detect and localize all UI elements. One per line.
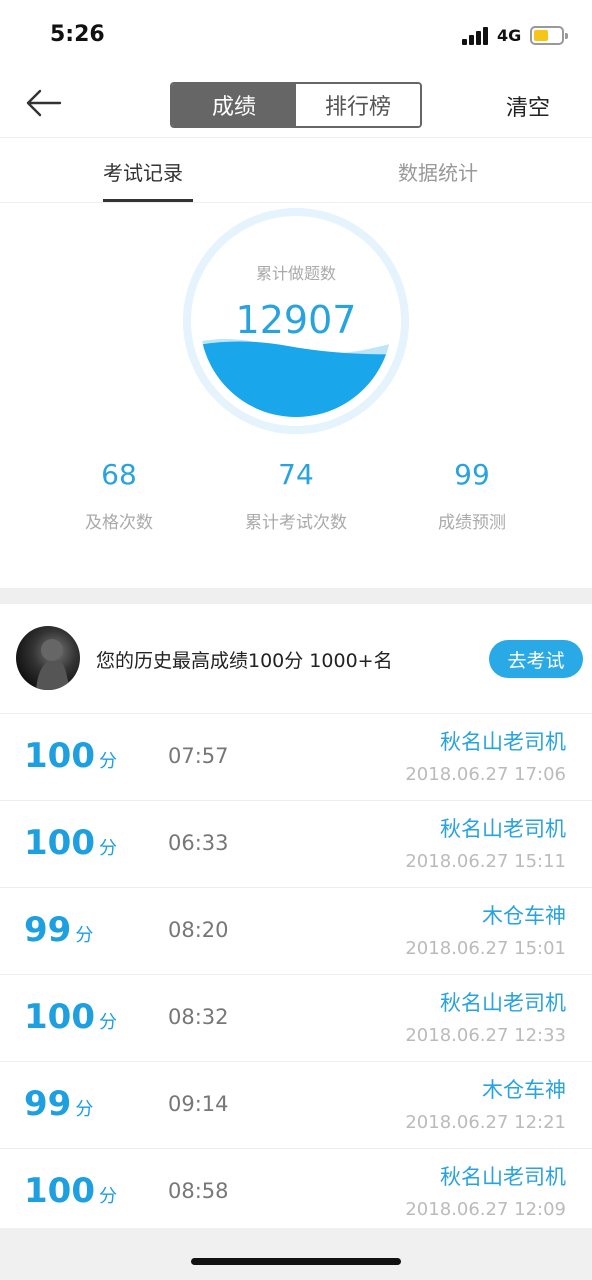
records-list: 100 分 07:57 秋名山老司机 2018.06.27 17:06 100 分 06:33… <box>0 714 592 1236</box>
record-duration: 08:20 <box>168 918 229 942</box>
record-score-value: 100 <box>24 823 95 863</box>
record-nickname: 秋名山老司机 <box>440 991 566 1015</box>
record-score-unit: 分 <box>98 838 117 859</box>
record-score-value: 100 <box>24 1171 95 1211</box>
stat-value: 68 <box>101 458 137 491</box>
avatar[interactable] <box>16 626 80 690</box>
record-duration: 08:58 <box>168 1179 229 1203</box>
record-score-unit: 分 <box>75 1099 94 1120</box>
tab-exam-records[interactable]: 考试记录 <box>103 157 183 186</box>
battery-icon <box>530 26 568 45</box>
signal-icon <box>462 27 490 45</box>
record-score: 100 分 <box>24 736 117 776</box>
record-duration: 07:57 <box>168 744 229 768</box>
record-score: 99 分 <box>24 910 93 950</box>
record-nickname: 秋名山老司机 <box>440 730 566 754</box>
gauge-wave-front <box>200 341 392 417</box>
tab-ranking[interactable]: 排行榜 <box>296 84 420 126</box>
record-date: 2018.06.27 12:21 <box>405 1112 566 1133</box>
record-duration: 08:32 <box>168 1005 229 1029</box>
tab-score[interactable]: 成绩 <box>172 84 296 126</box>
record-nickname: 秋名山老司机 <box>440 817 566 841</box>
record-score-unit: 分 <box>75 925 94 946</box>
tab-data-stats[interactable]: 数据统计 <box>398 157 478 186</box>
record-date: 2018.06.27 15:01 <box>405 938 566 959</box>
clear-button[interactable]: 清空 <box>506 90 550 122</box>
back-arrow-icon[interactable] <box>24 85 64 121</box>
record-duration: 09:14 <box>168 1092 229 1116</box>
record-score-value: 99 <box>24 910 72 950</box>
record-row[interactable]: 100 分 08:32 秋名山老司机 2018.06.27 12:33 <box>0 975 592 1062</box>
home-indicator <box>191 1258 401 1265</box>
stat-score-prediction: 99 成绩预测 <box>392 458 552 533</box>
record-score-value: 99 <box>24 1084 72 1124</box>
status-time: 5:26 <box>50 22 105 47</box>
stat-label: 累计考试次数 <box>245 513 347 533</box>
record-row[interactable]: 99 分 08:20 木仓车神 2018.06.27 15:01 <box>0 888 592 975</box>
record-score-unit: 分 <box>98 1186 117 1207</box>
best-score-text: 您的历史最高成绩100分 1000+名 <box>96 650 393 672</box>
record-row[interactable]: 100 分 07:57 秋名山老司机 2018.06.27 17:06 <box>0 714 592 801</box>
record-nickname: 木仓车神 <box>482 904 566 928</box>
nav-bar: 成绩 排行榜 清空 <box>0 70 592 138</box>
stat-value: 74 <box>278 458 314 491</box>
segmented-control: 成绩 排行榜 <box>170 82 422 128</box>
record-nickname: 秋名山老司机 <box>440 1165 566 1189</box>
section-divider <box>0 588 592 604</box>
record-score-value: 100 <box>24 736 95 776</box>
stat-pass-count: 68 及格次数 <box>39 458 199 533</box>
record-score-unit: 分 <box>98 751 117 772</box>
sub-tabs: 考试记录 数据统计 <box>0 139 592 203</box>
stat-exam-count: 74 累计考试次数 <box>216 458 376 533</box>
record-date: 2018.06.27 15:11 <box>405 851 566 872</box>
record-row[interactable]: 100 分 08:58 秋名山老司机 2018.06.27 12:09 <box>0 1149 592 1236</box>
stat-label: 及格次数 <box>85 513 153 533</box>
record-date: 2018.06.27 12:09 <box>405 1199 566 1220</box>
gauge-value: 12907 <box>235 298 357 342</box>
bottom-area <box>0 1228 592 1280</box>
stat-label: 成绩预测 <box>438 513 506 533</box>
take-exam-button[interactable]: 去考试 <box>489 640 583 678</box>
record-score: 100 分 <box>24 997 117 1037</box>
record-duration: 06:33 <box>168 831 229 855</box>
record-date: 2018.06.27 12:33 <box>405 1025 566 1046</box>
network-type: 4G <box>497 26 522 45</box>
record-row[interactable]: 100 分 06:33 秋名山老司机 2018.06.27 15:11 <box>0 801 592 888</box>
active-tab-indicator <box>103 199 193 202</box>
record-score: 100 分 <box>24 823 117 863</box>
status-bar: 5:26 4G <box>0 0 592 70</box>
record-score: 100 分 <box>24 1171 117 1211</box>
record-date: 2018.06.27 17:06 <box>405 764 566 785</box>
best-score-row: 您的历史最高成绩100分 1000+名 去考试 <box>0 604 592 714</box>
record-score-unit: 分 <box>98 1012 117 1033</box>
record-score: 99 分 <box>24 1084 93 1124</box>
record-row[interactable]: 99 分 09:14 木仓车神 2018.06.27 12:21 <box>0 1062 592 1149</box>
record-nickname: 木仓车神 <box>482 1078 566 1102</box>
gauge-label: 累计做题数 <box>255 264 336 283</box>
stat-value: 99 <box>454 458 490 491</box>
record-score-value: 100 <box>24 997 95 1037</box>
